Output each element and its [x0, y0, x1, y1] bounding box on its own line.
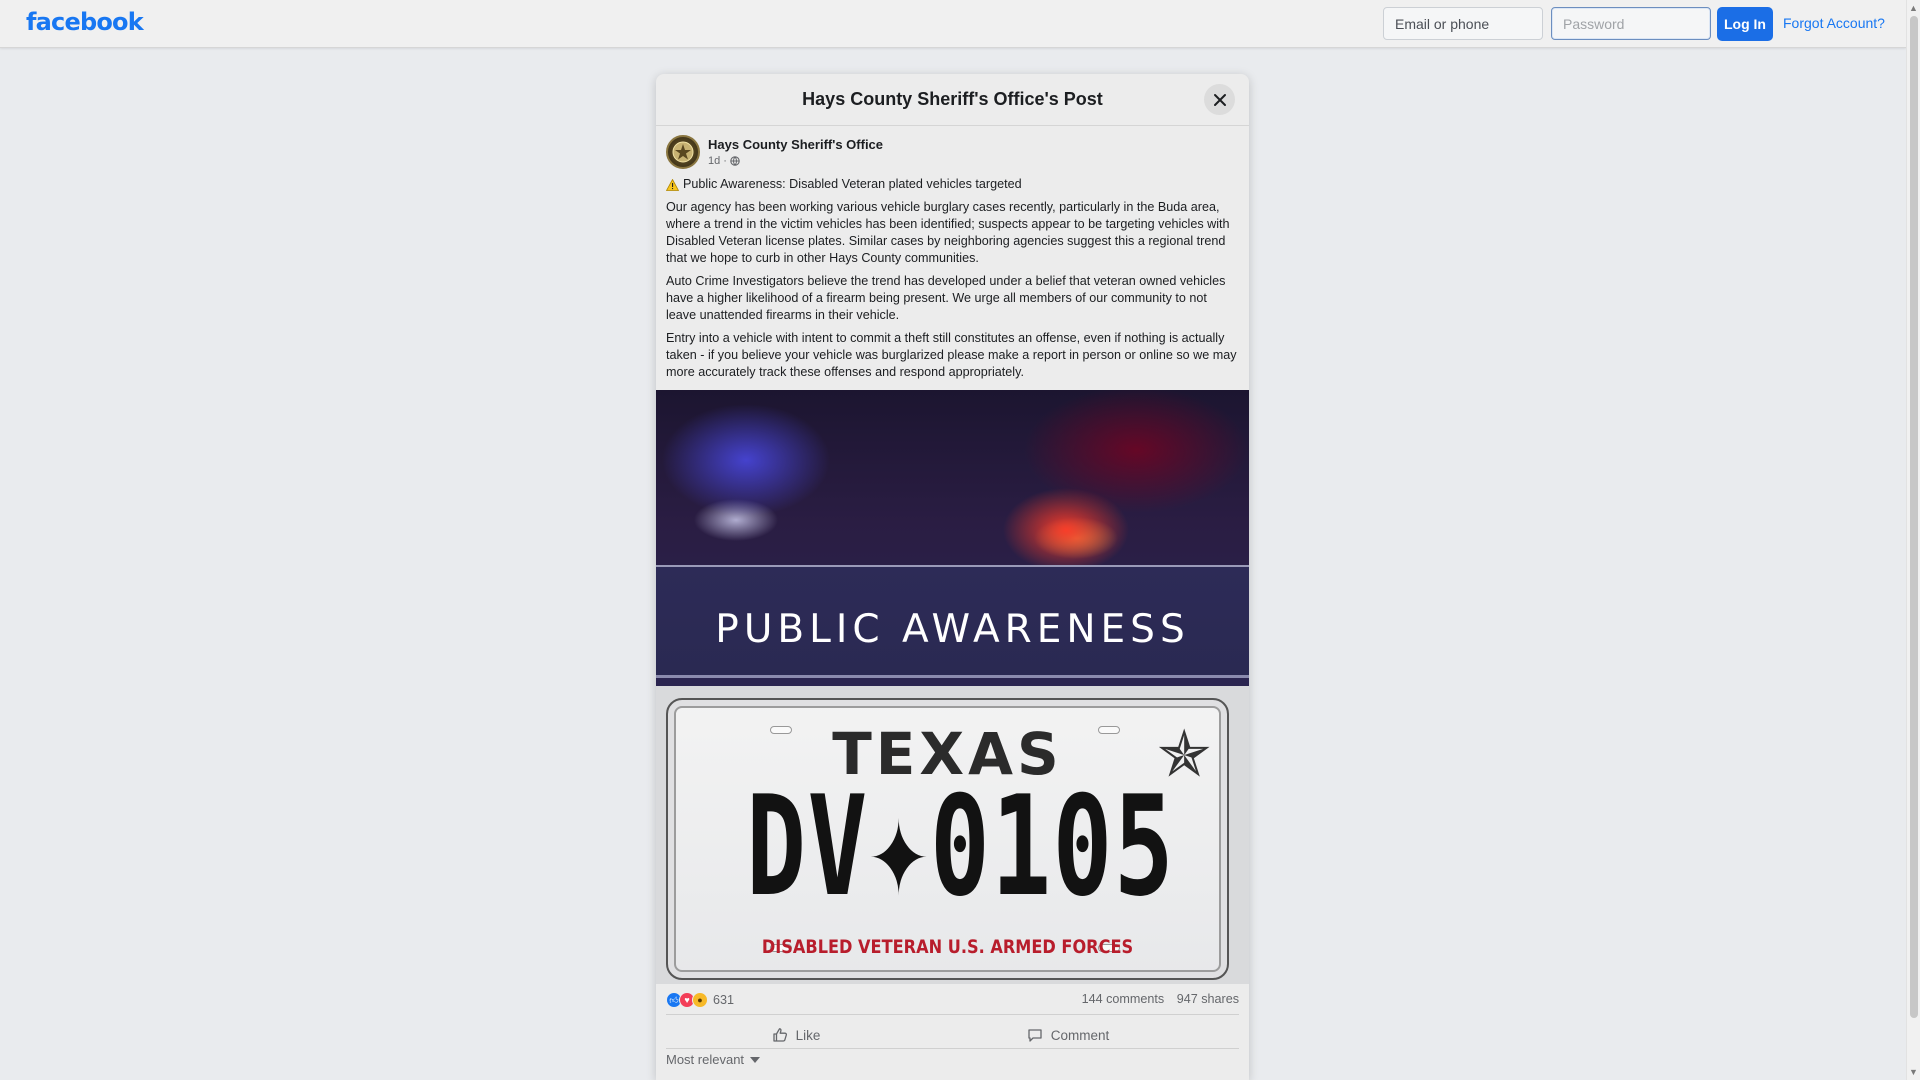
sheriff-badge-icon: [672, 141, 694, 163]
forgot-account-link[interactable]: Forgot Account?: [1783, 15, 1885, 31]
post-paragraph-1: Our agency has been working various vehi…: [666, 200, 1230, 265]
comments-count[interactable]: 144 comments: [1082, 992, 1165, 1006]
login-button[interactable]: Log In: [1717, 7, 1773, 41]
sort-label: Most relevant: [666, 1052, 745, 1067]
license-plate-area: TEXAS ✯ DV✦0105 DISABLED VETERAN U.S. AR…: [656, 686, 1249, 984]
meta-separator: ·: [723, 155, 727, 167]
dialog-header: Hays County Sheriff's Office's Post: [656, 74, 1249, 126]
post-meta: 1d ·: [708, 155, 740, 167]
close-button[interactable]: [1204, 84, 1235, 115]
close-icon: [1213, 93, 1226, 106]
like-label: Like: [795, 1027, 821, 1043]
globe-icon: [730, 156, 740, 166]
plate-caption: DISABLED VETERAN U.S. ARMED FORCES: [761, 936, 1134, 958]
wow-reaction-icon: ●: [692, 992, 708, 1008]
post-time[interactable]: 1d: [708, 155, 720, 167]
post-stats: 👍︎ ♥ ● 631 144 comments 947 shares: [666, 990, 1239, 1012]
author-avatar[interactable]: [666, 135, 700, 169]
engagement-counts: 144 comments 947 shares: [1073, 992, 1239, 1006]
post-headline: Public Awareness: Disabled Veteran plate…: [666, 176, 1239, 193]
post-paragraph-3: Entry into a vehicle with intent to comm…: [666, 331, 1237, 379]
warning-icon: [666, 178, 679, 191]
facebook-logo[interactable]: facebook: [26, 8, 144, 36]
like-button[interactable]: Like: [676, 1020, 916, 1050]
like-icon: [772, 1028, 787, 1042]
dialog-title: Hays County Sheriff's Office's Post: [802, 89, 1103, 109]
stats-divider: [666, 1014, 1239, 1015]
scroll-down-arrow-icon[interactable]: ▼: [1909, 1067, 1918, 1077]
reactions-summary[interactable]: 👍︎ ♥ ● 631: [666, 992, 734, 1008]
post-dialog: Hays County Sheriff's Office's Post Hays…: [656, 74, 1249, 1080]
comment-label: Comment: [1050, 1027, 1110, 1043]
scrollbar-thumb[interactable]: [1910, 16, 1918, 1018]
author-name[interactable]: Hays County Sheriff's Office: [708, 137, 883, 152]
password-field[interactable]: [1551, 7, 1711, 40]
post-image[interactable]: PUBLIC AWARENESS TEXAS ✯ DV✦0105 DISABLE…: [656, 390, 1249, 984]
post-body: Public Awareness: Disabled Veteran plate…: [666, 176, 1239, 387]
license-plate: TEXAS ✯ DV✦0105 DISABLED VETERAN U.S. AR…: [666, 698, 1229, 980]
reaction-count: 631: [713, 993, 735, 1007]
post-paragraph-2: Auto Crime Investigators believe the tre…: [666, 274, 1226, 322]
chevron-down-icon: [750, 1056, 761, 1063]
page-scrollbar[interactable]: ▲ ▼: [1906, 0, 1920, 1080]
comment-button[interactable]: Comment: [948, 1020, 1188, 1050]
banner-text: PUBLIC AWARENESS: [715, 607, 1190, 652]
top-navigation-bar: facebook Log In Forgot Account?: [0, 0, 1906, 48]
comment-icon: [1028, 1029, 1042, 1042]
comment-sort-dropdown[interactable]: Most relevant: [666, 1052, 761, 1067]
actions-divider: [666, 1048, 1239, 1049]
plate-number: DV✦0105: [746, 766, 1176, 927]
banner-strip: PUBLIC AWARENESS: [656, 565, 1249, 678]
shares-count[interactable]: 947 shares: [1177, 992, 1239, 1006]
scroll-up-arrow-icon[interactable]: ▲: [1909, 3, 1918, 13]
headline-text: Public Awareness: Disabled Veteran plate…: [683, 177, 1022, 191]
public-awareness-banner: PUBLIC AWARENESS: [656, 390, 1249, 686]
email-field[interactable]: [1383, 7, 1543, 40]
